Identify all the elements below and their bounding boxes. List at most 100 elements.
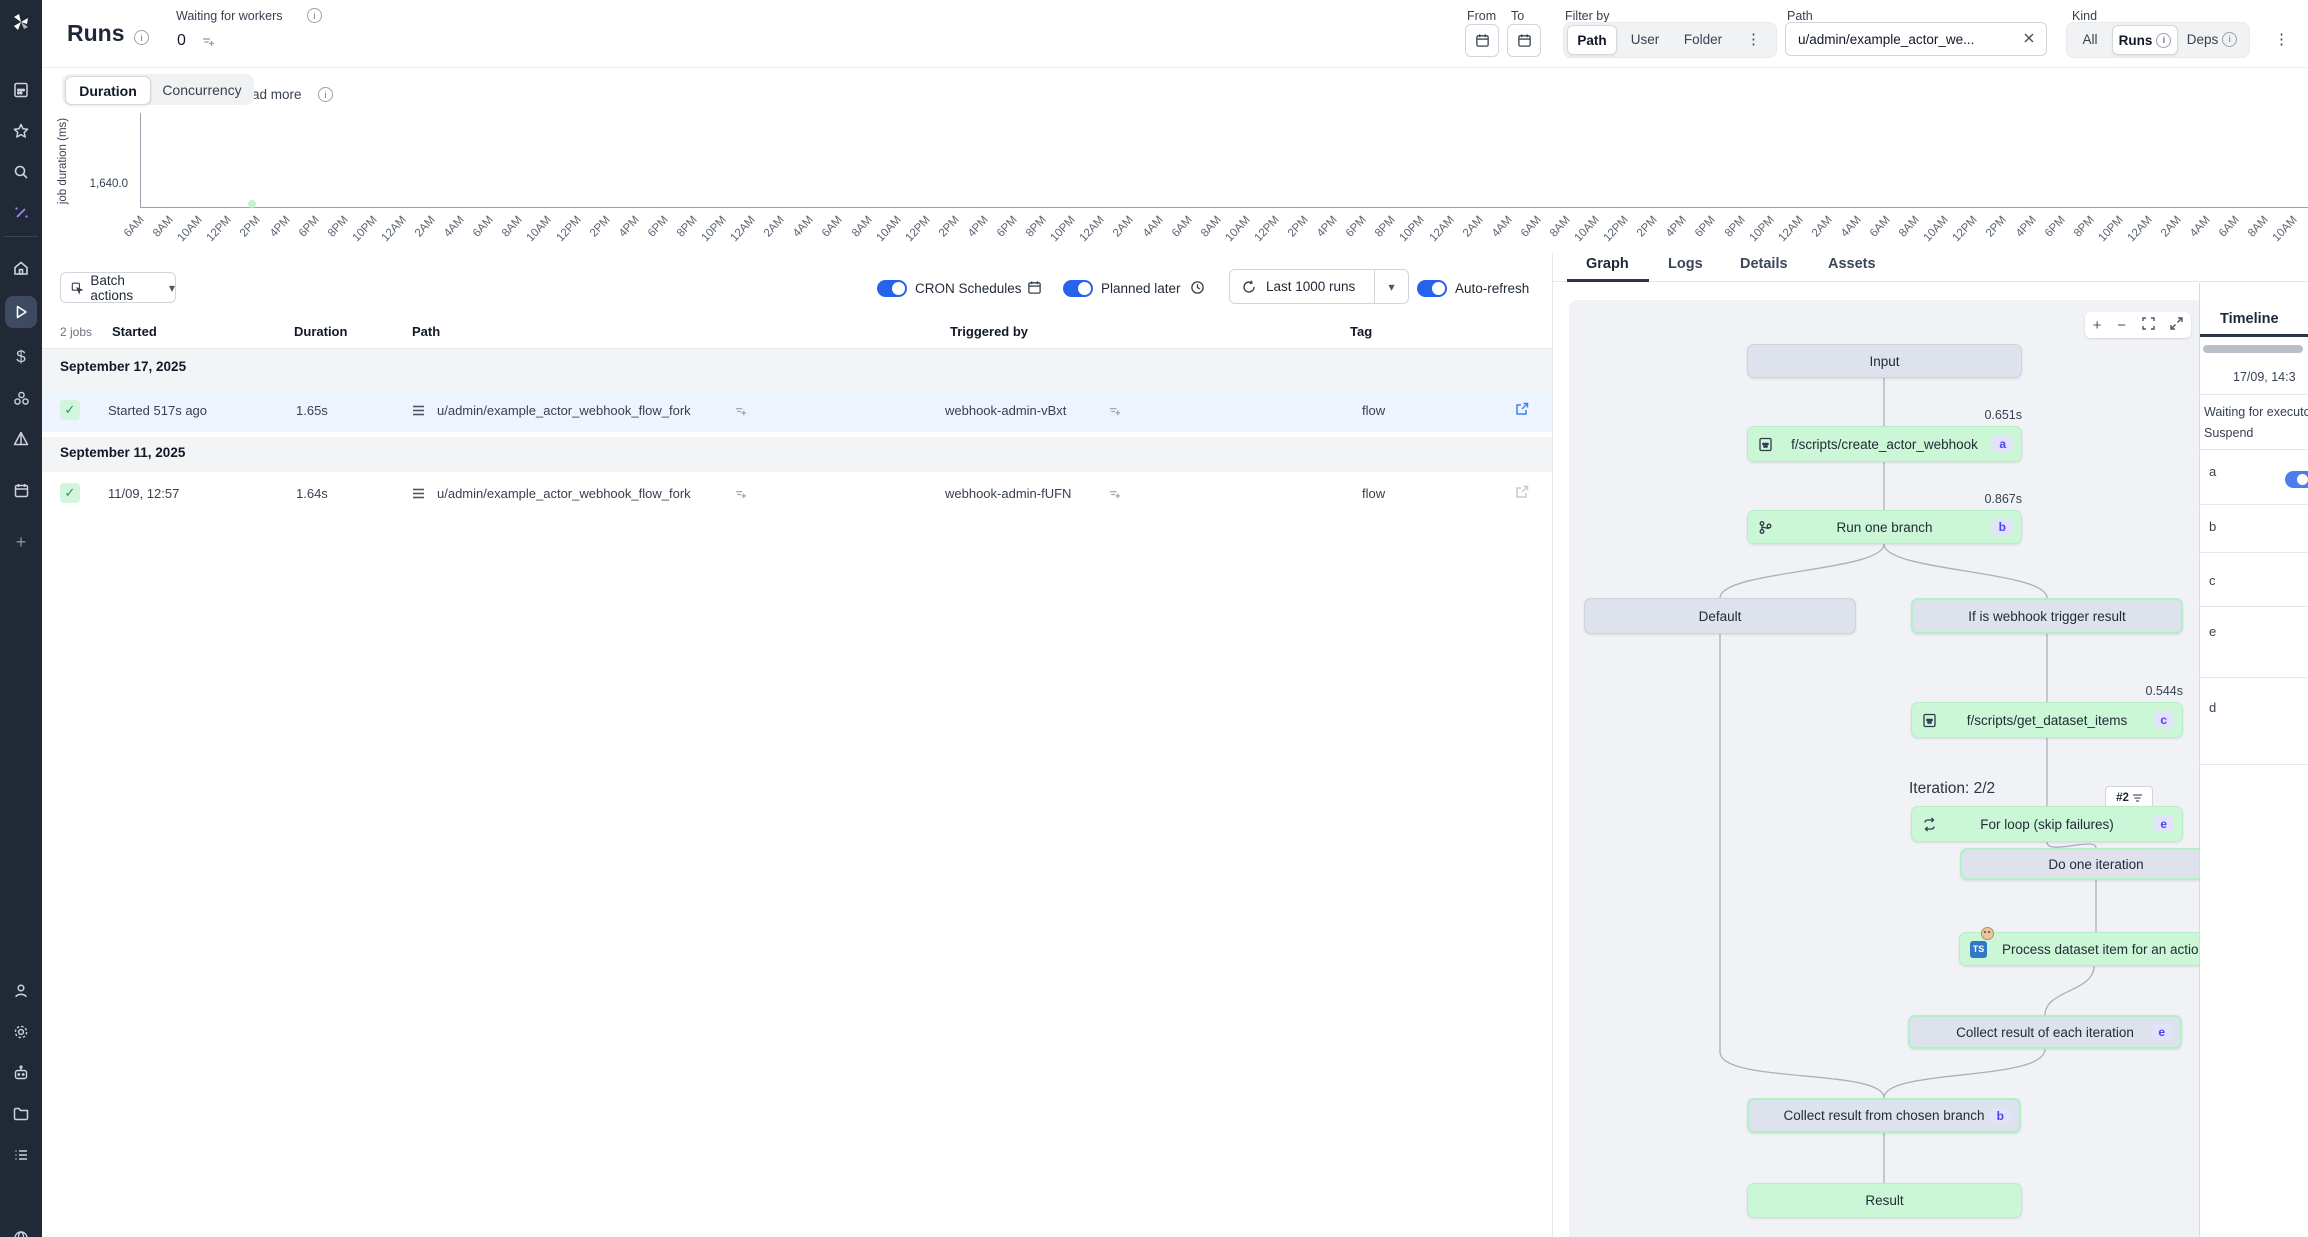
runs-range-select[interactable]: Last 1000 runs: [1229, 269, 1409, 304]
kind-label: Kind: [2072, 9, 2097, 23]
chevron-down-icon: [169, 280, 175, 295]
tab-graph[interactable]: Graph: [1586, 256, 1629, 272]
kind-deps-label: Deps: [2187, 32, 2219, 47]
container-collect-each[interactable]: Collect result of each iteration e: [1908, 1015, 2182, 1049]
cron-schedules-label: CRON Schedules: [915, 281, 1022, 296]
node-c-duration: 0.544s: [2103, 684, 2183, 698]
filter-by-user-tab[interactable]: User: [1620, 25, 1670, 53]
filter-by-label: Filter by: [1565, 9, 1609, 23]
filter-by-folder-tab[interactable]: Folder: [1674, 25, 1732, 53]
filter-by-more-icon[interactable]: [1746, 30, 1761, 48]
panel-divider[interactable]: [1552, 253, 1553, 1237]
planned-later-toggle[interactable]: [1063, 280, 1093, 297]
billing-dollar-icon[interactable]: $: [5, 341, 37, 373]
col-tag[interactable]: Tag: [1350, 324, 1372, 339]
sidebar-item-runs[interactable]: [5, 296, 37, 328]
external-link-icon[interactable]: [1514, 401, 1530, 422]
timeline-legend-suspend: Suspend: [2204, 426, 2308, 440]
y-axis: [140, 113, 141, 208]
node-b[interactable]: Run one branch b: [1747, 510, 2022, 544]
row-trigger: webhook-admin-fUFN: [945, 486, 1071, 501]
col-started[interactable]: Started: [112, 324, 157, 339]
graph-zoom-controls: + −: [2085, 312, 2191, 338]
kind-all-tab[interactable]: All: [2071, 25, 2109, 53]
filter-plus-icon[interactable]: [1108, 488, 1121, 506]
filter-plus-icon[interactable]: [1108, 405, 1121, 423]
range-chevron[interactable]: [1374, 270, 1408, 303]
fullscreen-icon[interactable]: [2170, 317, 2183, 334]
node-a[interactable]: f/scripts/create_actor_webhook a: [1747, 426, 2022, 462]
col-triggered-by[interactable]: Triggered by: [950, 324, 1028, 339]
runs-kind-info-icon: [2156, 33, 2171, 48]
add-workspace-icon[interactable]: +: [5, 526, 37, 558]
node-a-duration: 0.651s: [1942, 408, 2022, 422]
zoom-out-icon[interactable]: −: [2117, 317, 2126, 334]
home-icon[interactable]: [5, 252, 37, 284]
tab-concurrency[interactable]: Concurrency: [152, 76, 252, 103]
workers-bot-icon[interactable]: [5, 1057, 37, 1089]
table-row[interactable]: 11/09, 12:57 1.64s u/admin/example_actor…: [42, 472, 1552, 515]
branch-default[interactable]: Default: [1584, 598, 1856, 634]
node-result[interactable]: Result: [1747, 1183, 2022, 1218]
node-c[interactable]: f/scripts/get_dataset_items c: [1911, 702, 2183, 738]
container-do-one-iteration[interactable]: Do one iteration: [1960, 848, 2199, 880]
kind-deps-tab[interactable]: Deps: [2180, 25, 2244, 53]
windmill-logo-icon[interactable]: [5, 6, 37, 38]
node-e-forloop[interactable]: For loop (skip failures) e: [1911, 806, 2183, 842]
resources-prism-icon[interactable]: [5, 423, 37, 455]
tab-logs[interactable]: Logs: [1668, 256, 1703, 272]
node-b-label: Run one branch: [1836, 520, 1932, 535]
planned-later-label: Planned later: [1101, 281, 1181, 296]
col-duration[interactable]: Duration: [294, 324, 347, 339]
audit-logs-icon[interactable]: [5, 1139, 37, 1171]
container-collect-branch[interactable]: Collect result from chosen branch b: [1747, 1098, 2021, 1133]
scripts-icon[interactable]: [5, 74, 37, 106]
filter-plus-icon[interactable]: [201, 35, 215, 54]
fit-view-icon[interactable]: [2142, 317, 2155, 334]
clear-path-icon[interactable]: [2022, 31, 2036, 50]
kind-more-icon[interactable]: [2274, 30, 2289, 48]
collect-each-badge: e: [2151, 1024, 2172, 1040]
tab-duration[interactable]: Duration: [65, 76, 151, 105]
cron-schedules-toggle[interactable]: [877, 280, 907, 297]
external-link-icon[interactable]: [1514, 484, 1530, 505]
tab-assets[interactable]: Assets: [1828, 256, 1876, 272]
waiting-info-icon[interactable]: [307, 8, 322, 23]
zoom-in-icon[interactable]: +: [2093, 317, 2102, 334]
settings-gear-icon[interactable]: [5, 1016, 37, 1048]
filter-by-path-tab[interactable]: Path: [1567, 25, 1617, 55]
sidebar-divider: [4, 236, 38, 237]
favorites-star-icon[interactable]: [5, 115, 37, 147]
schedules-calendar-icon[interactable]: [5, 474, 37, 506]
x-axis: [140, 207, 2308, 208]
batch-actions-button[interactable]: Batch actions: [60, 272, 176, 303]
node-input[interactable]: Input: [1747, 344, 2022, 378]
row-path[interactable]: u/admin/example_actor_webhook_flow_fork: [437, 403, 691, 418]
runs-info-icon[interactable]: [134, 30, 149, 45]
success-check-icon: [60, 483, 80, 503]
hub-emoji-icon: [1981, 927, 1994, 940]
col-path[interactable]: Path: [412, 324, 440, 339]
from-date-button[interactable]: [1465, 24, 1499, 57]
timeline-scrollbar[interactable]: [2203, 345, 2303, 353]
table-row[interactable]: Started 517s ago 1.65s u/admin/example_a…: [42, 389, 1552, 432]
folders-icon[interactable]: [5, 1098, 37, 1130]
kind-runs-tab[interactable]: Runs: [2112, 25, 2178, 55]
search-icon[interactable]: [5, 156, 37, 188]
tab-details[interactable]: Details: [1740, 256, 1788, 272]
ai-wand-icon[interactable]: [5, 197, 37, 229]
row-path[interactable]: u/admin/example_actor_webhook_flow_fork: [437, 486, 691, 501]
flow-graph[interactable]: + − Input 0.651s f/scripts/create_actor_…: [1569, 300, 2199, 1237]
branch-condition[interactable]: If is webhook trigger result: [1911, 598, 2183, 634]
filter-plus-icon[interactable]: [734, 488, 747, 506]
user-icon[interactable]: [5, 975, 37, 1007]
to-date-button[interactable]: [1507, 24, 1541, 57]
row-started: Started 517s ago: [108, 403, 207, 418]
filter-plus-icon[interactable]: [734, 405, 747, 423]
workers-cluster-icon[interactable]: [5, 382, 37, 414]
auto-refresh-toggle[interactable]: [1417, 280, 1447, 297]
path-input[interactable]: [1785, 22, 2047, 56]
globe-icon[interactable]: [5, 1222, 37, 1237]
node-process-item[interactable]: TS Process dataset item for an action: [1959, 932, 2199, 966]
timeline-legend-waiting: Waiting for executor: [2204, 405, 2308, 419]
